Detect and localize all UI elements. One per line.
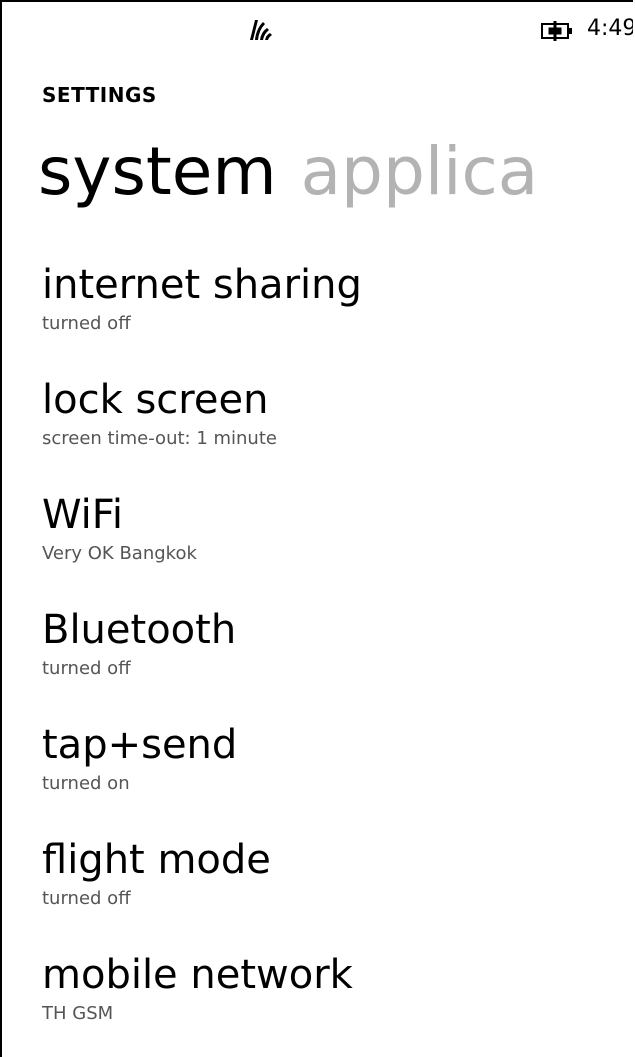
setting-title: lock screen [42,377,269,423]
setting-status: turned off [42,313,131,334]
setting-status: turned off [42,658,131,679]
battery-charging-icon [540,20,576,42]
wifi-signal-icon [246,16,276,42]
setting-flight-mode[interactable]: flight mode turned off [42,835,622,950]
status-bar: 4:49 [2,2,633,62]
setting-mobile-network[interactable]: mobile network TH GSM [42,950,622,1057]
setting-bluetooth[interactable]: Bluetooth turned off [42,605,622,720]
pivot-tab-system[interactable]: system [38,122,277,222]
setting-title: WiFi [42,492,123,538]
pivot-tab-applications[interactable]: applica [301,122,539,222]
setting-title: internet sharing [42,262,362,308]
setting-status: turned off [42,888,131,909]
settings-list: internet sharing turned off lock screen … [42,260,622,1057]
status-time: 4:49 [587,16,633,41]
setting-title: Bluetooth [42,607,237,653]
setting-internet-sharing[interactable]: internet sharing turned off [42,260,622,375]
setting-title: flight mode [42,837,271,883]
setting-status: screen time-out: 1 minute [42,428,277,449]
setting-wifi[interactable]: WiFi Very OK Bangkok [42,490,622,605]
setting-status: TH GSM [42,1003,114,1024]
setting-status: Very OK Bangkok [42,543,197,564]
pivot-header: system applica [38,122,562,222]
setting-tap-send[interactable]: tap+send turned on [42,720,622,835]
phone-screen: 4:49 SETTINGS system applica internet sha… [0,0,633,1057]
setting-lock-screen[interactable]: lock screen screen time-out: 1 minute [42,375,622,490]
setting-title: mobile network [42,952,353,998]
setting-title: tap+send [42,722,238,768]
app-title: SETTINGS [42,83,157,107]
setting-status: turned on [42,773,130,794]
